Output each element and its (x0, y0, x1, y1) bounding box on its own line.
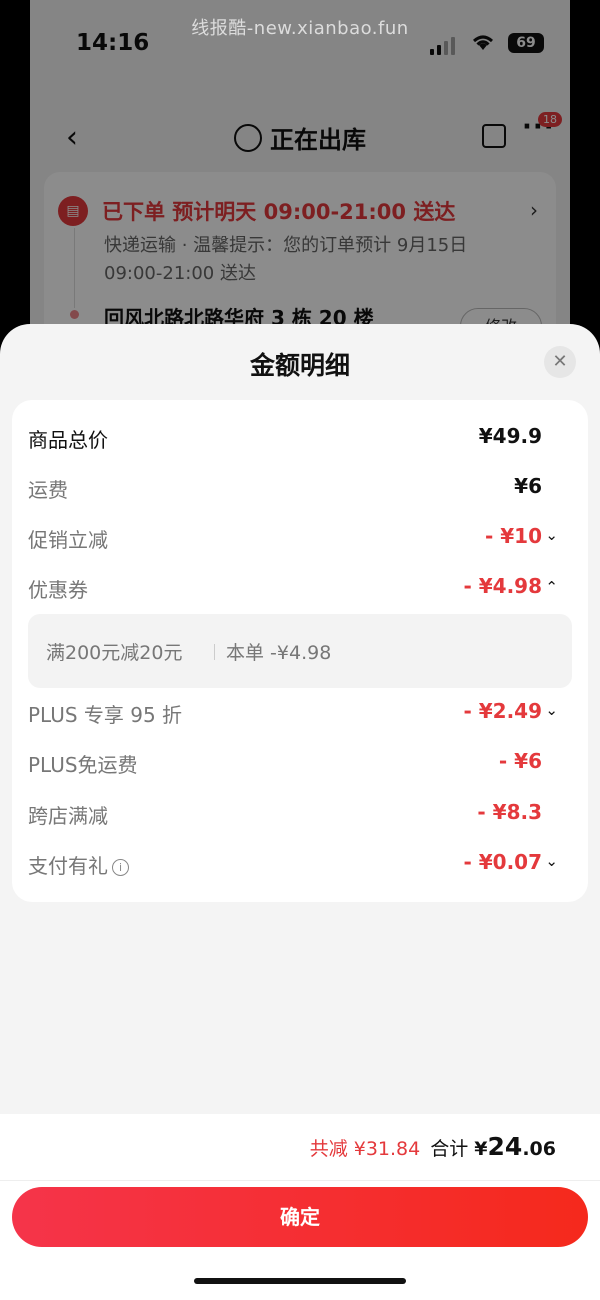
row-label: 优惠券 (28, 578, 88, 602)
row-promotion[interactable]: 促销立减 - ¥10 ⌄ (28, 520, 572, 556)
row-value: - ¥10 (484, 524, 542, 548)
row-value: - ¥8.3 (477, 800, 542, 824)
row-value: ¥49.9 (478, 424, 542, 448)
row-label: 支付有礼 i (28, 850, 129, 879)
row-label: 促销立减 (28, 528, 108, 552)
row-coupon[interactable]: 优惠券 - ¥4.98 ⌃ (28, 570, 572, 606)
row-cross-store-discount: 跨店满减 - ¥8.3 (28, 796, 572, 832)
coupon-detail-box: 满200元减20元 本单 -¥4.98 (28, 614, 572, 688)
row-value: - ¥4.98 (463, 574, 542, 598)
total-decimal: .06 (522, 1138, 556, 1160)
amount-detail-card: 商品总价 ¥49.9 运费 ¥6 促销立减 - ¥10 ⌄ 优惠券 - ¥4.9… (12, 400, 588, 902)
currency-symbol: ¥ (474, 1138, 488, 1160)
watermark: 线报酷-new.xianbao.fun (191, 18, 409, 39)
row-plus-discount[interactable]: PLUS 专享 95 折 - ¥2.49 ⌄ (28, 695, 572, 731)
home-indicator[interactable] (194, 1278, 406, 1284)
row-label: 运费 (28, 478, 68, 502)
row-payment-gift[interactable]: 支付有礼 i - ¥0.07 ⌄ (28, 846, 572, 882)
confirm-button[interactable]: 确定 (12, 1187, 588, 1247)
amount-detail-sheet: 金额明细 ✕ 商品总价 ¥49.9 运费 ¥6 促销立减 - ¥10 ⌄ 优惠券… (0, 324, 600, 1300)
row-value: ¥6 (514, 474, 542, 498)
divider (0, 1180, 600, 1181)
row-value: - ¥2.49 (463, 699, 542, 723)
total-savings: 共减 ¥31.84 (309, 1138, 421, 1160)
row-shipping: 运费 ¥6 (28, 470, 572, 506)
coupon-description: 满200元减20元 (46, 642, 183, 664)
chevron-down-icon[interactable]: ⌄ (545, 852, 558, 870)
chevron-up-icon[interactable]: ⌃ (545, 578, 558, 596)
row-label: PLUS免运费 (28, 753, 138, 777)
sheet-title: 金额明细 (249, 351, 350, 380)
row-value: - ¥6 (498, 749, 542, 773)
row-label-text: 支付有礼 (28, 854, 108, 878)
checkout-footer: 共减 ¥31.84 合计 ¥24.06 确定 (0, 1114, 600, 1300)
total-summary: 共减 ¥31.84 合计 ¥24.06 (310, 1132, 556, 1161)
coupon-amount: 本单 -¥4.98 (226, 642, 332, 664)
close-icon[interactable]: ✕ (544, 346, 576, 378)
row-plus-free-shipping: PLUS免运费 - ¥6 (28, 745, 572, 781)
divider (214, 644, 215, 660)
row-label: 商品总价 (28, 428, 108, 452)
row-goods-total: 商品总价 ¥49.9 (28, 420, 572, 456)
total-integer: 24 (487, 1132, 523, 1161)
chevron-down-icon[interactable]: ⌄ (545, 526, 558, 544)
row-label: PLUS 专享 95 折 (28, 703, 183, 727)
info-icon[interactable]: i (112, 859, 129, 876)
total-label: 合计 (430, 1138, 469, 1160)
row-label: 跨店满减 (28, 804, 108, 828)
chevron-down-icon[interactable]: ⌄ (545, 701, 558, 719)
row-value: - ¥0.07 (463, 850, 542, 874)
